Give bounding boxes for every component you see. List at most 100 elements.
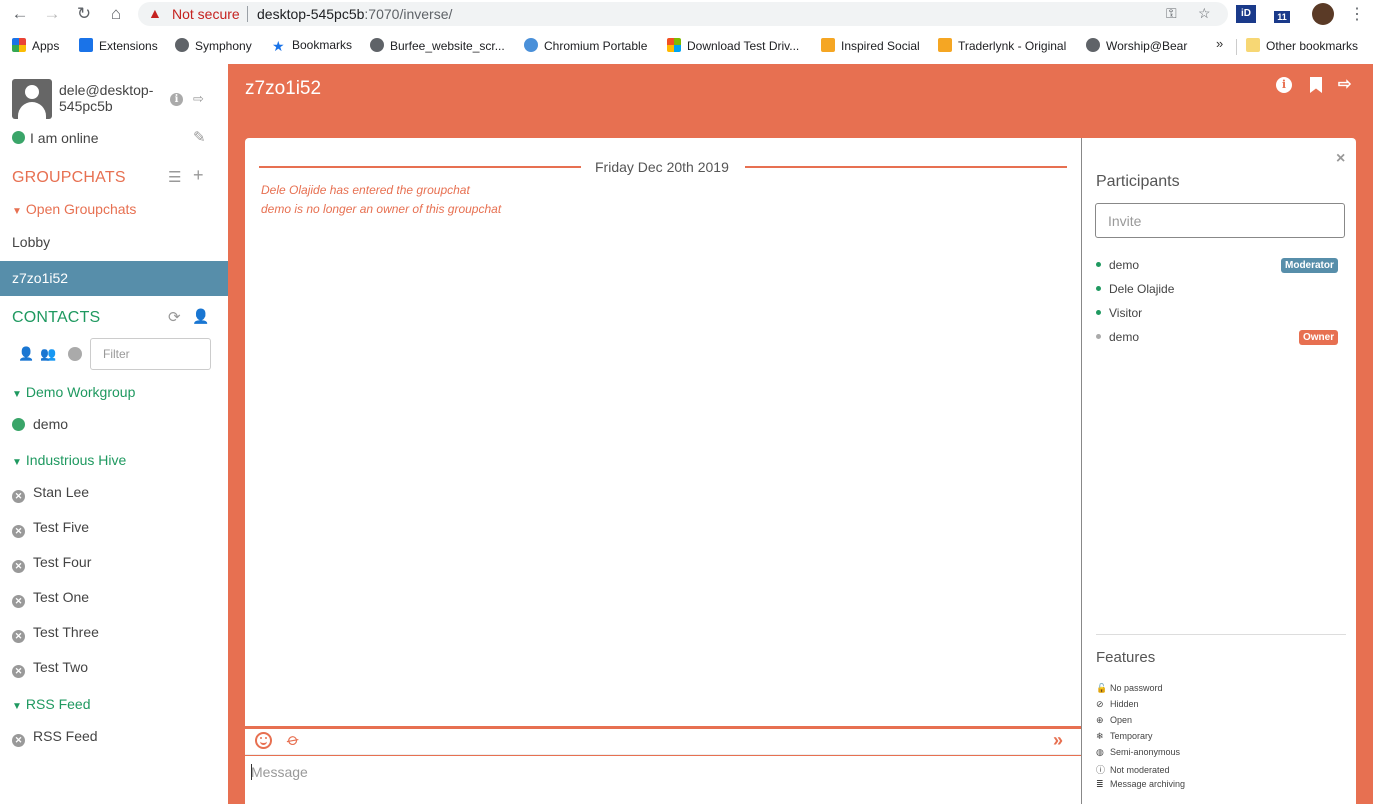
info-icon[interactable]: i: [170, 93, 183, 106]
not-secure-label[interactable]: Not secure: [172, 6, 240, 22]
contact-item[interactable]: ✕ Test Five: [12, 519, 89, 538]
participant-item[interactable]: Dele Olajide: [1096, 282, 1174, 296]
status-text[interactable]: I am online: [30, 130, 98, 146]
online-status-icon: [12, 131, 25, 144]
forward-icon[interactable]: →: [42, 4, 62, 24]
bookmark-label: Inspired Social: [841, 39, 920, 53]
group-rss-feed[interactable]: ▼ RSS Feed: [12, 696, 91, 712]
filter-status-icon[interactable]: [68, 347, 82, 361]
open-groupchats-toggle[interactable]: ▼ Open Groupchats: [12, 201, 136, 217]
emoji-icon[interactable]: [255, 732, 272, 749]
close-icon[interactable]: ×: [1336, 150, 1345, 168]
offline-icon: ✕: [12, 525, 25, 538]
feature-label: Semi-anonymous: [1110, 747, 1181, 757]
calendar-extension-icon[interactable]: 11: [1270, 5, 1290, 23]
contact-item[interactable]: ✕ Test Two: [12, 659, 88, 678]
bookmark-chromium[interactable]: Chromium Portable: [524, 38, 647, 53]
contact-name: Stan Lee: [33, 484, 90, 500]
bookmark-bookmarks[interactable]: ★ Bookmarks: [272, 38, 352, 53]
contact-item[interactable]: demo: [12, 416, 68, 432]
contact-item[interactable]: ✕ Test Three: [12, 624, 99, 643]
participant-item[interactable]: Visitor: [1096, 306, 1142, 320]
offline-icon: ✕: [12, 734, 25, 747]
participant-item[interactable]: demo: [1096, 330, 1139, 344]
bookmark-worship[interactable]: Worship@Bear: [1086, 38, 1187, 53]
reload-icon[interactable]: ↻: [74, 4, 94, 24]
edit-status-icon[interactable]: ✎: [193, 128, 206, 146]
contact-name: Test Three: [33, 624, 99, 640]
puzzle-icon: [79, 38, 93, 52]
contact-item[interactable]: ✕ RSS Feed: [12, 728, 98, 747]
contact-name: demo: [33, 416, 69, 432]
bookmark-inspired-social[interactable]: Inspired Social: [821, 38, 920, 53]
bookmark-burfee[interactable]: Burfee_website_scr...: [370, 38, 505, 53]
bookmark-label: Chromium Portable: [544, 39, 648, 53]
menu-kebab-icon[interactable]: ⋮: [1349, 4, 1365, 24]
bookmark-extensions[interactable]: Extensions: [79, 38, 158, 53]
participant-name: Dele Olajide: [1109, 282, 1175, 296]
home-icon[interactable]: ⌂: [106, 4, 126, 24]
logout-icon[interactable]: ⇨: [193, 91, 204, 107]
url-text: desktop-545pc5b:7070/inverse/: [257, 6, 452, 22]
list-rooms-icon[interactable]: ☰: [168, 168, 181, 186]
bookmark-symphony[interactable]: Symphony: [175, 38, 252, 53]
room-lobby[interactable]: Lobby: [0, 225, 228, 260]
key-icon[interactable]: ⚿: [1166, 5, 1177, 22]
caret-down-icon: ▼: [12, 206, 22, 217]
feature-item: ⓘ Not moderated: [1096, 763, 1170, 776]
contact-item[interactable]: ✕ Stan Lee: [12, 484, 89, 503]
contacts-filter-input[interactable]: Filter: [90, 338, 211, 370]
profile-avatar[interactable]: [1312, 3, 1334, 25]
group-label: Demo Workgroup: [25, 384, 136, 400]
chatroom-title: z7zo1i52: [245, 78, 322, 99]
bookmark-download-test[interactable]: Download Test Driv...: [667, 38, 799, 53]
offline-icon: [1096, 334, 1101, 339]
room-z7zo1i52[interactable]: z7zo1i52: [0, 261, 228, 296]
online-icon: [1096, 310, 1101, 315]
bookmark-label: Bookmarks: [292, 38, 353, 52]
participant-item[interactable]: demo: [1096, 258, 1139, 272]
offline-icon: ✕: [12, 560, 25, 573]
add-contact-icon[interactable]: 👤: [192, 308, 209, 325]
offline-icon: ✕: [12, 490, 25, 503]
bookmark-apps[interactable]: Apps: [12, 38, 59, 53]
bookmark-label: Extensions: [99, 39, 158, 53]
sync-contacts-icon[interactable]: ⟳: [168, 308, 181, 326]
message-input[interactable]: Message: [245, 755, 1081, 804]
user-avatar[interactable]: [12, 79, 52, 119]
group-demo-workgroup[interactable]: ▼ Demo Workgroup: [12, 384, 135, 400]
browser-toolbar: ← → ↻ ⌂ ▲ Not secure desktop-545pc5b:707…: [0, 0, 1373, 28]
snowflake-icon: ❄: [1096, 731, 1104, 741]
paperclip-icon[interactable]: ⌀: [283, 729, 303, 751]
more-bookmarks-icon[interactable]: »: [1216, 36, 1223, 51]
leave-room-icon[interactable]: ⇨: [1338, 74, 1351, 94]
traderlynk-icon: [938, 38, 952, 52]
chatroom: z7zo1i52 i ⇨ Friday Dec 20th 2019 Dele O…: [228, 64, 1373, 804]
bookmark-room-icon[interactable]: [1310, 77, 1322, 93]
apps-grid-icon: [12, 38, 26, 52]
filter-contacts-icon[interactable]: 👤: [18, 346, 34, 362]
group-industrious-hive[interactable]: ▼ Industrious Hive: [12, 452, 126, 468]
add-room-icon[interactable]: +: [193, 165, 204, 186]
mask-icon: ◍: [1096, 747, 1104, 757]
star-icon[interactable]: ☆: [1198, 5, 1211, 22]
send-button[interactable]: »: [1053, 730, 1063, 751]
feature-item: ⊘ Hidden: [1096, 699, 1139, 710]
username[interactable]: dele@desktop-545pc5b: [59, 82, 164, 114]
contact-item[interactable]: ✕ Test Four: [12, 554, 91, 573]
address-bar[interactable]: ▲ Not secure desktop-545pc5b:7070/invers…: [138, 2, 1228, 26]
star-icon: ★: [272, 38, 285, 54]
info-message: Dele Olajide has entered the groupchat: [261, 183, 470, 197]
contact-item[interactable]: ✕ Test One: [12, 589, 89, 608]
bookmark-other[interactable]: Other bookmarks: [1246, 38, 1358, 53]
invite-input[interactable]: Invite: [1095, 203, 1345, 238]
bookmark-traderlynk[interactable]: Traderlynk - Original: [938, 38, 1066, 53]
participant-name: demo: [1109, 330, 1140, 344]
filter-groups-icon[interactable]: 👥: [40, 346, 56, 362]
id-extension-icon[interactable]: iD: [1236, 5, 1256, 23]
online-icon: [1096, 262, 1101, 267]
caret-down-icon: ▼: [12, 389, 22, 400]
info-icon: ⓘ: [1096, 765, 1106, 775]
back-icon[interactable]: ←: [10, 4, 30, 24]
room-info-icon[interactable]: i: [1276, 77, 1292, 93]
